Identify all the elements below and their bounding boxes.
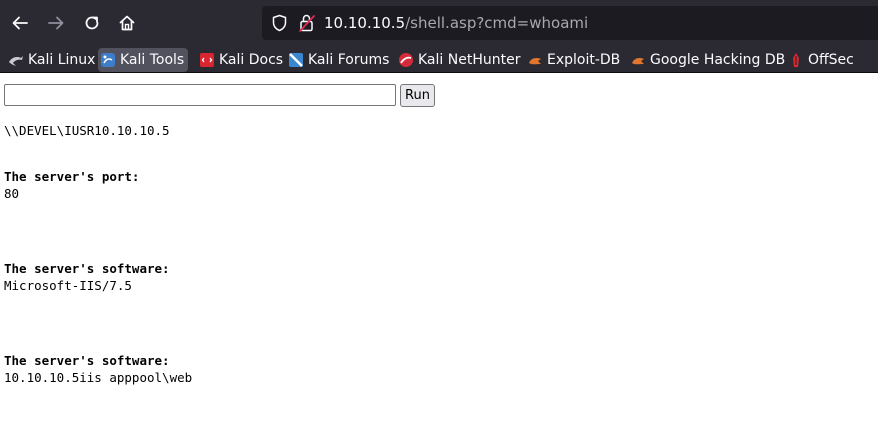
run-button[interactable]: Run: [400, 84, 435, 107]
software-heading: The server's software:: [4, 261, 170, 276]
back-arrow-icon: [12, 16, 28, 30]
url-path: /shell.asp?cmd=whoami: [405, 14, 589, 32]
bookmark-kali-linux[interactable]: Kali Linux: [6, 48, 99, 72]
browser-toolbar: 10.10.10.5/shell.asp?cmd=whoami: [0, 0, 878, 46]
back-button[interactable]: [5, 8, 35, 38]
kali-tools-icon: [100, 52, 116, 68]
exploit-db-icon: [527, 52, 543, 68]
kali-forums-icon: [288, 52, 304, 68]
bookmark-kali-forums[interactable]: Kali Forums: [286, 48, 393, 72]
bookmark-offsec[interactable]: OffSec: [786, 48, 858, 72]
software-value-2: 10.10.10.5iis apppool\web: [4, 370, 193, 385]
bookmark-label: Kali Tools: [120, 52, 185, 68]
nethunter-icon: [398, 52, 414, 68]
command-input[interactable]: [4, 84, 396, 106]
bookmark-kali-docs[interactable]: Kali Docs: [197, 48, 287, 72]
whoami-output: \\DEVEL\IUSR10.10.10.5: [4, 123, 170, 138]
bookmark-label: Kali Docs: [219, 52, 284, 68]
reload-button[interactable]: [77, 8, 107, 38]
reload-icon: [85, 16, 99, 30]
insecure-lock-icon[interactable]: [298, 13, 316, 33]
port-heading: The server's port:: [4, 169, 140, 184]
bookmark-kali-tools[interactable]: Kali Tools: [98, 48, 189, 72]
url-text[interactable]: 10.10.10.5/shell.asp?cmd=whoami: [324, 13, 588, 33]
shield-icon[interactable]: [271, 14, 288, 32]
bookmarks-toolbar: Kali Linux Kali Tools Kali Docs Kali For…: [0, 46, 878, 73]
software-value: Microsoft-IIS/7.5: [4, 278, 132, 293]
bookmark-kali-nethunter[interactable]: Kali NetHunter: [396, 48, 524, 72]
home-button[interactable]: [112, 8, 142, 38]
kali-dragon-icon: [8, 52, 24, 68]
forward-button[interactable]: [41, 8, 71, 38]
bookmark-label: OffSec: [808, 52, 854, 68]
forward-arrow-icon: [48, 16, 64, 30]
ghdb-icon: [630, 52, 646, 68]
bookmark-label: Kali Forums: [308, 52, 390, 68]
port-value: 80: [4, 186, 20, 201]
url-host: 10.10.10.5: [324, 14, 406, 32]
kali-docs-icon: [199, 52, 215, 68]
software-heading-2: The server's software:: [4, 353, 170, 368]
home-icon: [119, 15, 135, 31]
bookmark-label: Exploit-DB: [547, 52, 621, 68]
bookmark-exploit-db[interactable]: Exploit-DB: [525, 48, 624, 72]
bookmark-label: Kali NetHunter: [418, 52, 521, 68]
bookmark-label: Google Hacking DB: [650, 52, 786, 68]
bookmark-google-hacking-db[interactable]: Google Hacking DB: [628, 48, 789, 72]
address-bar[interactable]: 10.10.10.5/shell.asp?cmd=whoami: [262, 6, 878, 40]
page-content: Run \\DEVEL\IUSR10.10.10.5 The server's …: [0, 74, 878, 436]
bookmark-label: Kali Linux: [28, 52, 96, 68]
offsec-icon: [788, 52, 804, 68]
